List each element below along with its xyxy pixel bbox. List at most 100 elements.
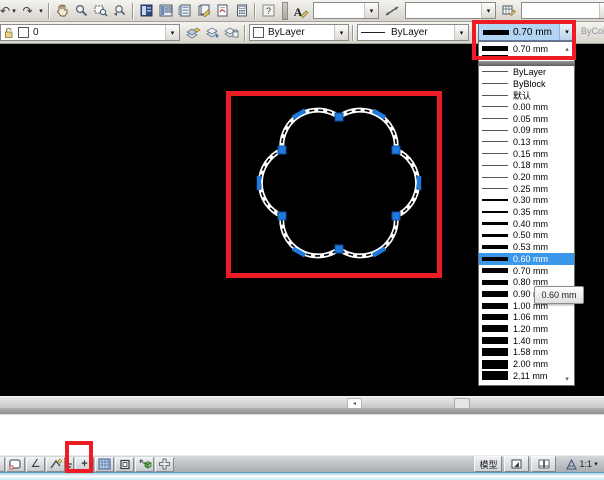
region-tool-button[interactable] (115, 456, 134, 472)
make-block-tool-button[interactable] (135, 456, 154, 472)
lineweight-option-label: 0.50 mm (513, 230, 549, 241)
scroll-down-arrow[interactable]: ▾ (562, 375, 572, 383)
lineweight-option-label: 0.20 mm (513, 172, 549, 183)
markup-button[interactable] (213, 2, 232, 20)
clipped-tool-button[interactable] (0, 456, 5, 472)
layer-previous-button[interactable] (203, 24, 222, 42)
lineweight-option[interactable]: 1.06 mm (479, 311, 574, 323)
pan-icon (57, 4, 68, 17)
lineweight-option[interactable]: 0.18 mm (479, 160, 574, 172)
zoom-window-icon (94, 5, 108, 17)
dim-style-combo-caret[interactable]: ▾ (481, 3, 495, 18)
color-combo[interactable]: ByLayer ▾ (249, 24, 349, 41)
linetype-combo-caret[interactable]: ▾ (454, 25, 468, 40)
lineweight-option[interactable]: 默认 (479, 89, 574, 101)
lineweight-option[interactable]: 0.50 mm (479, 230, 574, 242)
lineweight-option[interactable]: 0.30 mm (479, 195, 574, 207)
properties-button[interactable] (137, 2, 156, 20)
table-style-icon (502, 5, 516, 16)
redo-dropdown-caret[interactable]: ▾ (37, 7, 45, 15)
zoom-window-button[interactable] (91, 2, 110, 20)
lineweight-option[interactable]: 0.20 mm (479, 171, 574, 183)
layer-combo[interactable]: 0 ▾ (0, 24, 180, 41)
table-style-combo[interactable]: ▾ (521, 2, 604, 19)
angle-icon: ∠ (30, 457, 41, 470)
thick-cross-tool-button[interactable] (155, 456, 174, 472)
quickcalc-button[interactable] (232, 2, 251, 20)
lineweight-option-label: 0.00 mm (513, 101, 549, 112)
lineweight-option-label: 1.20 mm (513, 323, 549, 334)
linetype-combo[interactable]: ByLayer ▾ (357, 24, 469, 41)
lineweight-option-label: 0.13 mm (513, 136, 549, 147)
undo-dropdown-caret[interactable]: ▾ (10, 7, 18, 15)
lineweight-option[interactable]: 0.15 mm (479, 148, 574, 160)
lineweight-option[interactable]: 2.11 mm (479, 370, 574, 382)
redo-button[interactable]: ↷ (18, 2, 37, 20)
lineweight-option[interactable]: 0.70 mm (479, 265, 574, 277)
layer-name: 0 (33, 27, 39, 38)
lineweight-option[interactable]: 0.09 mm (479, 124, 574, 136)
layer-combo-caret[interactable]: ▾ (165, 25, 179, 40)
plot-style-combo[interactable]: ByCol (581, 26, 604, 36)
lineweight-option-label: 0.70 mm (513, 265, 549, 276)
annotation-scale-caret[interactable]: ▾ (592, 460, 600, 468)
lineweight-option-label: ByLayer (513, 66, 547, 77)
lineweight-option[interactable]: 0.25 mm (479, 183, 574, 195)
lineweight-option[interactable]: 0.35 mm (479, 206, 574, 218)
spline-tool-button[interactable] (46, 456, 65, 472)
lineweight-option[interactable]: ByLayer (479, 66, 574, 78)
lineweight-option[interactable]: 0.05 mm (479, 113, 574, 125)
quick-view-layouts-button[interactable] (504, 456, 530, 472)
model-label: 模型 (479, 459, 498, 470)
dim-style-button[interactable] (383, 2, 402, 20)
polygon-tool-button[interactable] (6, 456, 25, 472)
text-style-combo[interactable]: ▾ (313, 2, 379, 19)
text-style-button[interactable]: A (292, 2, 311, 20)
help-button[interactable]: ? (259, 2, 278, 20)
zoom-realtime-button[interactable] (72, 2, 91, 20)
annotation-box-flower (226, 91, 442, 278)
annotation-scale-icon (566, 458, 578, 470)
layer-color-swatch (18, 27, 29, 38)
lineweight-option[interactable]: 1.58 mm (479, 347, 574, 359)
designcenter-button[interactable] (156, 2, 175, 20)
lineweight-option[interactable]: 0.00 mm (479, 101, 574, 113)
color-swatch (253, 27, 264, 38)
lineweight-option[interactable]: ByBlock (479, 78, 574, 90)
color-combo-caret[interactable]: ▾ (334, 25, 348, 40)
layer-previous-icon (206, 27, 219, 38)
text-style-combo-caret[interactable]: ▾ (364, 3, 378, 18)
lineweight-option[interactable]: 0.13 mm (479, 136, 574, 148)
lineweight-option[interactable]: 2.00 mm (479, 358, 574, 370)
pan-button[interactable] (53, 2, 72, 20)
lineweight-swatch (482, 314, 508, 321)
toolbar-grip[interactable] (282, 1, 288, 20)
angle-tool-button[interactable]: ∠ (26, 456, 45, 472)
lineweight-option[interactable]: 0.53 mm (479, 241, 574, 253)
lineweight-swatch (482, 83, 508, 85)
horizontal-scrollbar[interactable]: ◂ (0, 396, 604, 409)
lineweight-option[interactable]: 0.40 mm (479, 218, 574, 230)
lineweight-option[interactable]: 1.40 mm (479, 335, 574, 347)
zoom-previous-button[interactable] (110, 2, 129, 20)
layer-properties-button[interactable] (184, 24, 203, 42)
sheetset-icon (198, 4, 210, 17)
lineweight-option[interactable]: 0.60 mm (479, 253, 574, 265)
designcenter-icon (159, 4, 172, 17)
layer-states-button[interactable] (222, 24, 241, 42)
annotation-scale-control[interactable]: 1:1 ▾ (566, 458, 600, 470)
undo-button[interactable]: ↶ (0, 2, 10, 20)
table-style-combo-caret[interactable]: ▾ (599, 3, 604, 18)
model-tab-button[interactable]: 模型 (474, 456, 503, 472)
lineweight-option[interactable]: 1.20 mm (479, 323, 574, 335)
table-style-button[interactable] (499, 2, 518, 20)
lineweight-swatch (482, 279, 508, 285)
quick-view-drawings-button[interactable] (531, 456, 557, 472)
hatch-icon (98, 458, 111, 470)
hatch-tool-button[interactable] (95, 456, 114, 472)
dim-style-combo[interactable]: ▾ (405, 2, 496, 19)
layer-lock-icon (5, 27, 13, 38)
lineweight-swatch (482, 129, 508, 131)
sheetset-button[interactable] (194, 2, 213, 20)
toolpalettes-button[interactable] (175, 2, 194, 20)
